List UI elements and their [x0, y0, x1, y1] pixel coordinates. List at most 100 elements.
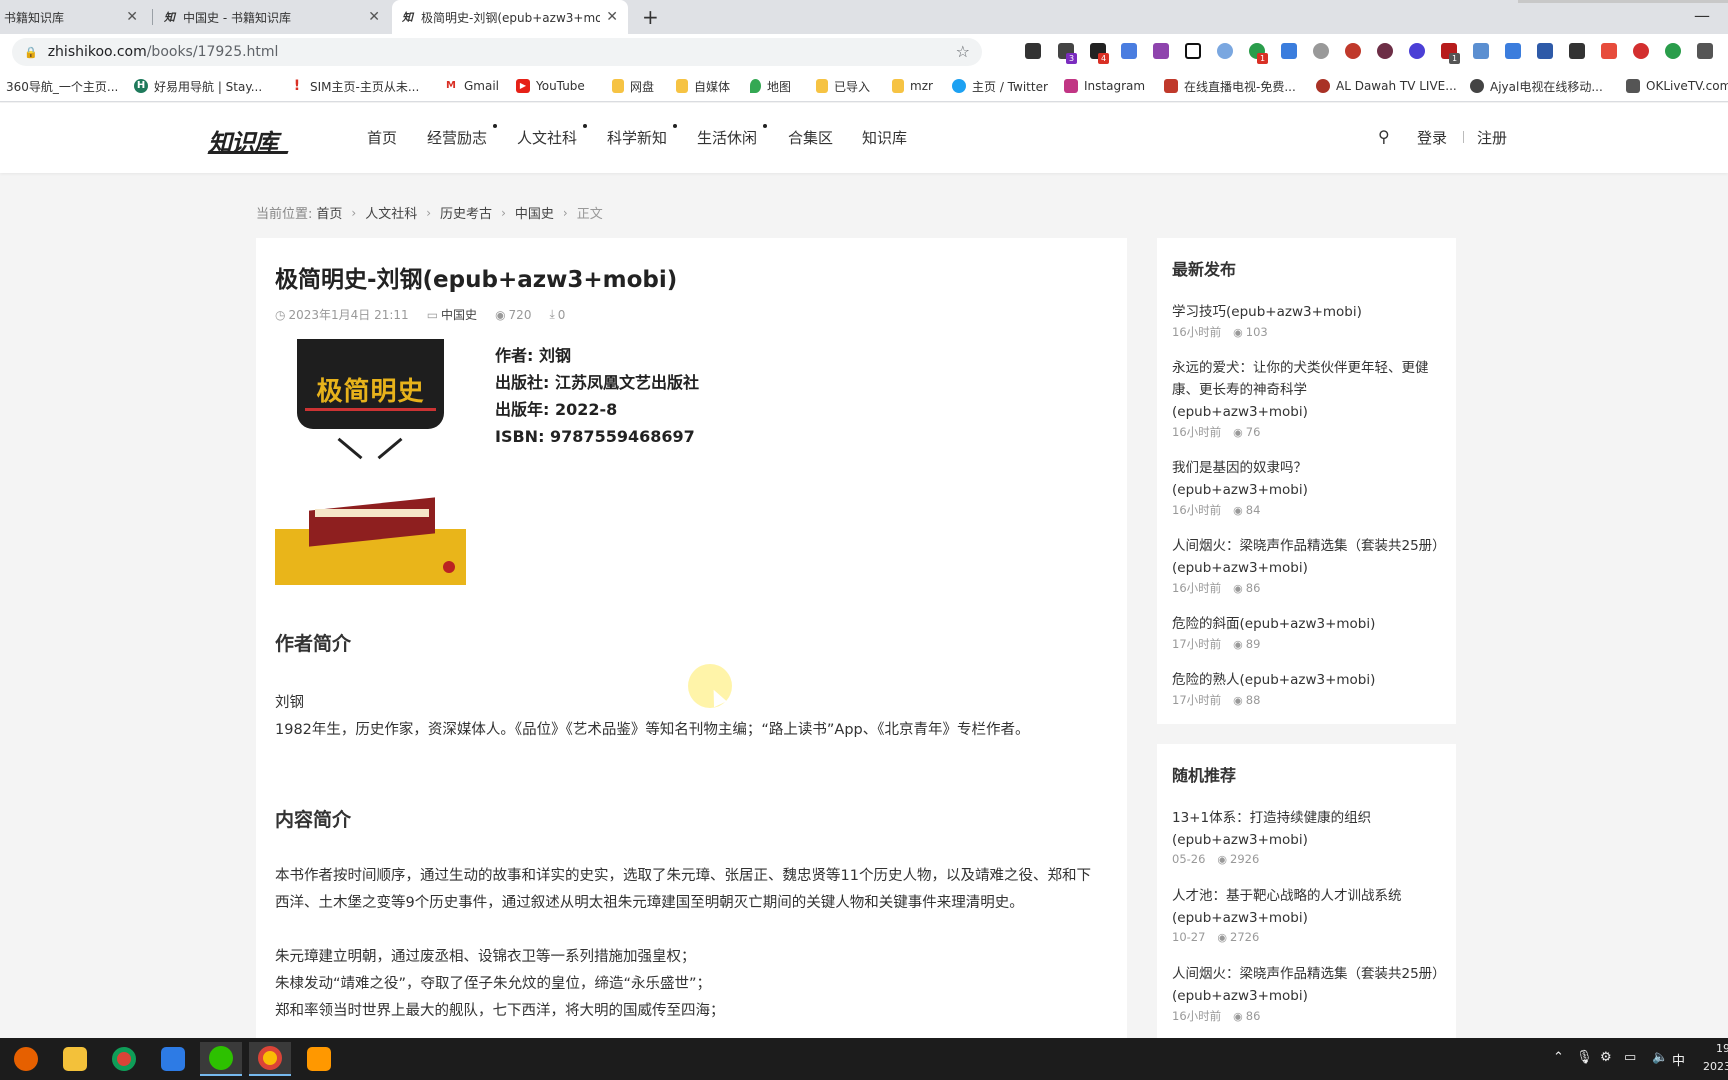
extension-icon[interactable]: [1281, 43, 1297, 59]
search-icon[interactable]: ⚲: [1378, 127, 1390, 146]
bookmark-item[interactable]: OKLiveTV.com: [1626, 70, 1728, 101]
bookmark-item[interactable]: 360导航_一个主页...: [6, 70, 118, 101]
extension-icon[interactable]: 1: [1441, 43, 1460, 64]
extension-icon[interactable]: [1185, 43, 1201, 59]
list-item[interactable]: 危险的熟人(epub+azw3+mobi) 17小时前 ◉ 88: [1172, 669, 1442, 708]
extension-icon[interactable]: [1601, 43, 1617, 59]
browser-tab-2[interactable]: 知 中国史 - 书籍知识库 ✕: [154, 0, 390, 34]
list-item[interactable]: 13+1体系：打造持续健康的组织(epub+azw3+mobi) 05-26 ◉ 2…: [1172, 807, 1442, 866]
list-item[interactable]: 永远的爱犬：让你的犬类伙伴更年轻、更健康、更长寿的神奇科学(epub+azw3+…: [1172, 357, 1442, 440]
extension-icon[interactable]: [1153, 43, 1169, 59]
breadcrumb-item-history[interactable]: 历史考古: [440, 203, 492, 222]
tray-app-icon[interactable]: ⚙: [1600, 1050, 1612, 1065]
post-title[interactable]: 永远的爱犬：让你的犬类伙伴更年轻、更健康、更长寿的神奇科学(epub+azw3+…: [1172, 357, 1442, 423]
bookmark-item[interactable]: 在线直播电视-免费...: [1164, 70, 1296, 101]
breadcrumb-item-home[interactable]: 首页: [316, 203, 342, 222]
nav-item-lifestyle[interactable]: 生活休闲: [697, 127, 757, 148]
list-item[interactable]: 人间烟火：梁晓声作品精选集（套装共25册）(epub+azw3+mobi) 16…: [1172, 535, 1442, 596]
microphone-icon[interactable]: 🎙: [1576, 1050, 1593, 1065]
extension-icon[interactable]: [1025, 43, 1041, 59]
extension-icon[interactable]: [1537, 43, 1553, 59]
post-title[interactable]: 学习技巧(epub+azw3+mobi): [1172, 301, 1442, 323]
bookmark-folder[interactable]: 网盘: [612, 70, 654, 101]
chevron-up-icon[interactable]: ⌃: [1553, 1050, 1564, 1065]
extension-icon[interactable]: 4: [1090, 43, 1109, 64]
nav-item-collections[interactable]: 合集区: [788, 127, 833, 148]
extension-icon[interactable]: [1473, 43, 1489, 59]
close-tab-icon[interactable]: ✕: [606, 9, 618, 25]
translate-extension-icon[interactable]: [1121, 43, 1137, 59]
register-link[interactable]: 注册: [1477, 127, 1507, 148]
extensions-puzzle-icon[interactable]: [1697, 43, 1713, 59]
breadcrumb-item-chinese-history[interactable]: 中国史: [515, 203, 554, 222]
post-title[interactable]: 人间烟火：梁晓声作品精选集（套装共25册）(epub+azw3+mobi): [1172, 535, 1442, 579]
extension-icon[interactable]: [1409, 43, 1425, 59]
bookmark-item[interactable]: Ajyal电视在线移动...: [1470, 70, 1603, 101]
book-cover-image[interactable]: 极简明史: [275, 339, 466, 585]
nav-item-humanities[interactable]: 人文社科: [517, 127, 577, 148]
extension-icon[interactable]: [1505, 43, 1521, 59]
post-title[interactable]: 我们是基因的奴隶吗？(epub+azw3+mobi): [1172, 457, 1442, 501]
url-path: /books/17925.html: [146, 44, 279, 60]
clock-time[interactable]: 19: [1716, 1042, 1728, 1055]
bookmark-item[interactable]: M Gmail: [444, 70, 499, 101]
clock-date[interactable]: 2023: [1703, 1060, 1728, 1073]
extension-icon[interactable]: [1345, 43, 1361, 59]
extension-icon[interactable]: 1: [1249, 43, 1268, 64]
bookmark-item[interactable]: 地图: [750, 70, 791, 101]
nav-item-science[interactable]: 科学新知: [607, 127, 667, 148]
list-item[interactable]: 人间烟火：梁晓声作品精选集（套装共25册）(epub+azw3+mobi) 16…: [1172, 963, 1442, 1024]
post-title[interactable]: 13+1体系：打造持续健康的组织(epub+azw3+mobi): [1172, 807, 1442, 851]
list-item[interactable]: 人才池：基于靶心战略的人才训战系统(epub+azw3+mobi) 10-27 ◉…: [1172, 885, 1442, 944]
bookmark-item[interactable]: 主页 / Twitter: [952, 70, 1048, 101]
post-title[interactable]: 危险的斜面(epub+azw3+mobi): [1172, 613, 1442, 635]
browser-tab-1[interactable]: 书籍知识库 ✕: [0, 0, 148, 34]
extension-icon[interactable]: [1217, 43, 1233, 59]
nav-item-knowledge[interactable]: 知识库: [862, 127, 907, 148]
extension-icon[interactable]: 3: [1058, 43, 1077, 64]
bookmark-folder[interactable]: 自媒体: [676, 70, 730, 101]
list-item[interactable]: 学习技巧(epub+azw3+mobi) 16小时前 ◉ 103: [1172, 301, 1442, 340]
login-link[interactable]: 登录: [1417, 127, 1447, 148]
taskbar-app[interactable]: [152, 1042, 194, 1076]
bookmark-folder[interactable]: 已导入: [816, 70, 870, 101]
nav-item-business[interactable]: 经营励志: [427, 127, 487, 148]
taskbar-chrome[interactable]: [103, 1042, 145, 1076]
post-title[interactable]: 人才池：基于靶心战略的人才训战系统(epub+azw3+mobi): [1172, 885, 1442, 929]
url-input[interactable]: 🔒 zhishikoo.com /books/17925.html ☆: [12, 38, 982, 66]
bookmark-item[interactable]: ! SIM主页-主页从未...: [290, 70, 420, 101]
extension-icon[interactable]: [1665, 43, 1681, 59]
bookmark-favicon-icon: [1164, 79, 1178, 93]
bookmark-star-icon[interactable]: ☆: [956, 42, 970, 61]
extension-icon[interactable]: [1377, 43, 1393, 59]
article-category[interactable]: ▭ 中国史: [427, 306, 477, 323]
minimize-window-icon[interactable]: —: [1694, 6, 1710, 25]
nav-item-home[interactable]: 首页: [367, 127, 397, 148]
bookmark-item[interactable]: Instagram: [1064, 70, 1145, 101]
taskbar-chrome-active[interactable]: [249, 1042, 291, 1076]
bookmark-item[interactable]: AL Dawah TV LIVE...: [1316, 70, 1457, 101]
list-item[interactable]: 我们是基因的奴隶吗？(epub+azw3+mobi) 16小时前 ◉ 84: [1172, 457, 1442, 518]
bookmark-folder[interactable]: mzr: [892, 70, 933, 101]
close-tab-icon[interactable]: ✕: [368, 9, 380, 25]
list-item[interactable]: 危险的斜面(epub+azw3+mobi) 17小时前 ◉ 89: [1172, 613, 1442, 652]
extension-icon[interactable]: [1569, 43, 1585, 59]
browser-tab-3[interactable]: 知 极简明史-刘钢(epub+azw3+mo ✕: [392, 0, 628, 34]
volume-icon[interactable]: 🔈: [1652, 1050, 1668, 1065]
new-tab-button[interactable]: +: [642, 5, 659, 29]
taskbar-firefox[interactable]: [5, 1042, 47, 1076]
bookmark-item[interactable]: ▶ YouTube: [516, 70, 585, 101]
breadcrumb-item-humanities[interactable]: 人文社科: [365, 203, 417, 222]
bookmark-item[interactable]: H 好易用导航 | Stay...: [134, 70, 262, 101]
adblock-extension-icon[interactable]: [1633, 43, 1649, 59]
post-title[interactable]: 人间烟火：梁晓声作品精选集（套装共25册）(epub+azw3+mobi): [1172, 963, 1442, 1007]
network-icon[interactable]: ▭: [1624, 1050, 1636, 1065]
taskbar-sublime[interactable]: [298, 1042, 340, 1076]
app-icon: [161, 1047, 185, 1071]
close-tab-icon[interactable]: ✕: [126, 9, 138, 25]
ime-indicator[interactable]: 中: [1672, 1050, 1685, 1069]
taskbar-file-explorer[interactable]: [54, 1042, 96, 1076]
extension-icon[interactable]: [1313, 43, 1329, 59]
post-title[interactable]: 危险的熟人(epub+azw3+mobi): [1172, 669, 1442, 691]
taskbar-wechat[interactable]: [200, 1042, 242, 1076]
